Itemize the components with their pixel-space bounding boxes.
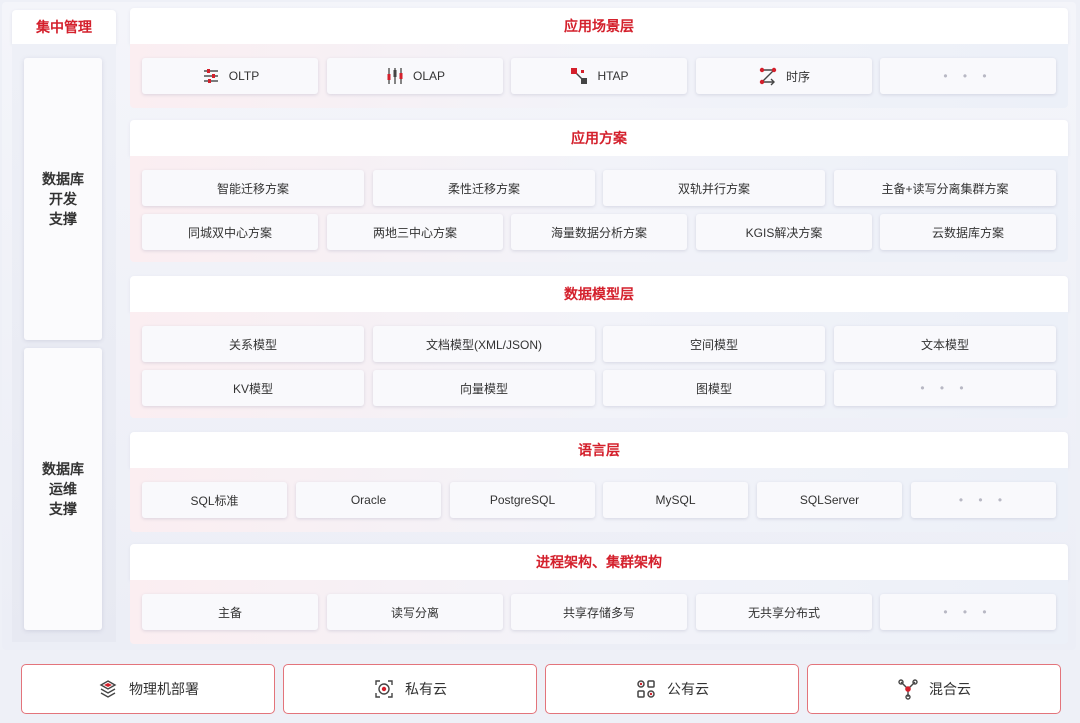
deploy-private-cloud-label: 私有云	[405, 681, 447, 697]
app-solution-layer: 应用方案 智能迁移方案 柔性迁移方案 双轨并行方案 主备+读写分离集群方案 同城…	[130, 120, 1068, 262]
deploy-private-cloud: 私有云	[283, 664, 537, 714]
app-scenario-layer: 应用场景层 OLTP OLAP HTAP 时序 • • •	[130, 8, 1068, 108]
solution-item: 智能迁移方案	[142, 170, 364, 206]
language-body: SQL标准 Oracle PostgreSQL MySQL SQLServer …	[130, 468, 1068, 532]
architecture-layer: 进程架构、集群架构 主备 读写分离 共享存储多写 无共享分布式 • • •	[130, 544, 1068, 644]
architecture-item: 共享存储多写	[511, 594, 687, 630]
language-item: Oracle	[296, 482, 441, 518]
more-dots: • • •	[943, 69, 993, 83]
solution-item: 两地三中心方案	[327, 214, 503, 250]
deploy-hybrid-cloud-label: 混合云	[929, 681, 971, 697]
data-model-title: 数据模型层	[130, 276, 1068, 312]
scenario-olap-label: OLAP	[412, 69, 445, 83]
data-model-body: 关系模型 文档模型(XML/JSON) 空间模型 文本模型 KV模型 向量模型 …	[130, 312, 1068, 418]
cube-stack-icon	[97, 678, 119, 700]
dev-support-card: 数据库 开发 支撑	[24, 58, 102, 340]
more-dots: • • •	[920, 381, 970, 395]
solution-item: 主备+读写分离集群方案	[834, 170, 1056, 206]
central-management-title: 集中管理	[12, 10, 116, 44]
language-title: 语言层	[130, 432, 1068, 468]
candlestick-icon	[385, 66, 405, 86]
left-column: 集中管理 数据库 开发 支撑 数据库 运维 支撑	[12, 10, 116, 642]
app-solution-title: 应用方案	[130, 120, 1068, 156]
solution-item: 双轨并行方案	[603, 170, 825, 206]
link-nodes-icon	[635, 678, 657, 700]
architecture-more: • • •	[880, 594, 1056, 630]
architecture-title: 进程架构、集群架构	[130, 544, 1068, 580]
app-scenario-body: OLTP OLAP HTAP 时序 • • •	[130, 44, 1068, 108]
hub-icon	[897, 678, 919, 700]
scenario-oltp: OLTP	[142, 58, 318, 94]
target-frame-icon	[373, 678, 395, 700]
solution-item: KGIS解决方案	[696, 214, 872, 250]
model-item: KV模型	[142, 370, 364, 406]
scenario-oltp-label: OLTP	[228, 69, 260, 83]
scenario-more: • • •	[880, 58, 1056, 94]
deploy-hybrid-cloud: 混合云	[807, 664, 1061, 714]
time-series-icon	[758, 66, 778, 86]
solution-item: 同城双中心方案	[142, 214, 318, 250]
deploy-public-cloud: 公有云	[545, 664, 799, 714]
architecture-item: 读写分离	[327, 594, 503, 630]
architecture-body: 主备 读写分离 共享存储多写 无共享分布式 • • •	[130, 580, 1068, 644]
scenario-olap: OLAP	[327, 58, 503, 94]
solution-item: 柔性迁移方案	[373, 170, 595, 206]
ops-support-card: 数据库 运维 支撑	[24, 348, 102, 630]
nodes-icon	[569, 66, 589, 86]
architecture-item: 无共享分布式	[696, 594, 872, 630]
solution-item: 云数据库方案	[880, 214, 1056, 250]
more-dots: • • •	[943, 605, 993, 619]
model-item: 空间模型	[603, 326, 825, 362]
model-item: 关系模型	[142, 326, 364, 362]
app-solution-body: 智能迁移方案 柔性迁移方案 双轨并行方案 主备+读写分离集群方案 同城双中心方案…	[130, 156, 1068, 262]
scenario-timeseries: 时序	[696, 58, 872, 94]
scenario-htap-label: HTAP	[597, 69, 629, 83]
app-scenario-title: 应用场景层	[130, 8, 1068, 44]
language-item: MySQL	[603, 482, 748, 518]
language-layer: 语言层 SQL标准 Oracle PostgreSQL MySQL SQLSer…	[130, 432, 1068, 532]
deploy-physical-label: 物理机部署	[129, 681, 199, 697]
model-item: 向量模型	[373, 370, 595, 406]
model-item: 文本模型	[834, 326, 1056, 362]
more-dots: • • •	[958, 493, 1009, 507]
language-more: • • •	[911, 482, 1056, 518]
architecture-item: 主备	[142, 594, 318, 630]
sliders-icon	[201, 66, 221, 86]
deploy-physical: 物理机部署	[21, 664, 275, 714]
solution-item: 海量数据分析方案	[511, 214, 687, 250]
scenario-timeseries-label: 时序	[785, 69, 810, 84]
language-item: PostgreSQL	[450, 482, 595, 518]
language-item: SQL标准	[142, 482, 287, 518]
model-more: • • •	[834, 370, 1056, 406]
deploy-public-cloud-label: 公有云	[667, 681, 709, 697]
data-model-layer: 数据模型层 关系模型 文档模型(XML/JSON) 空间模型 文本模型 KV模型…	[130, 276, 1068, 418]
model-item: 文档模型(XML/JSON)	[373, 326, 595, 362]
model-item: 图模型	[603, 370, 825, 406]
language-item: SQLServer	[757, 482, 902, 518]
scenario-htap: HTAP	[511, 58, 687, 94]
